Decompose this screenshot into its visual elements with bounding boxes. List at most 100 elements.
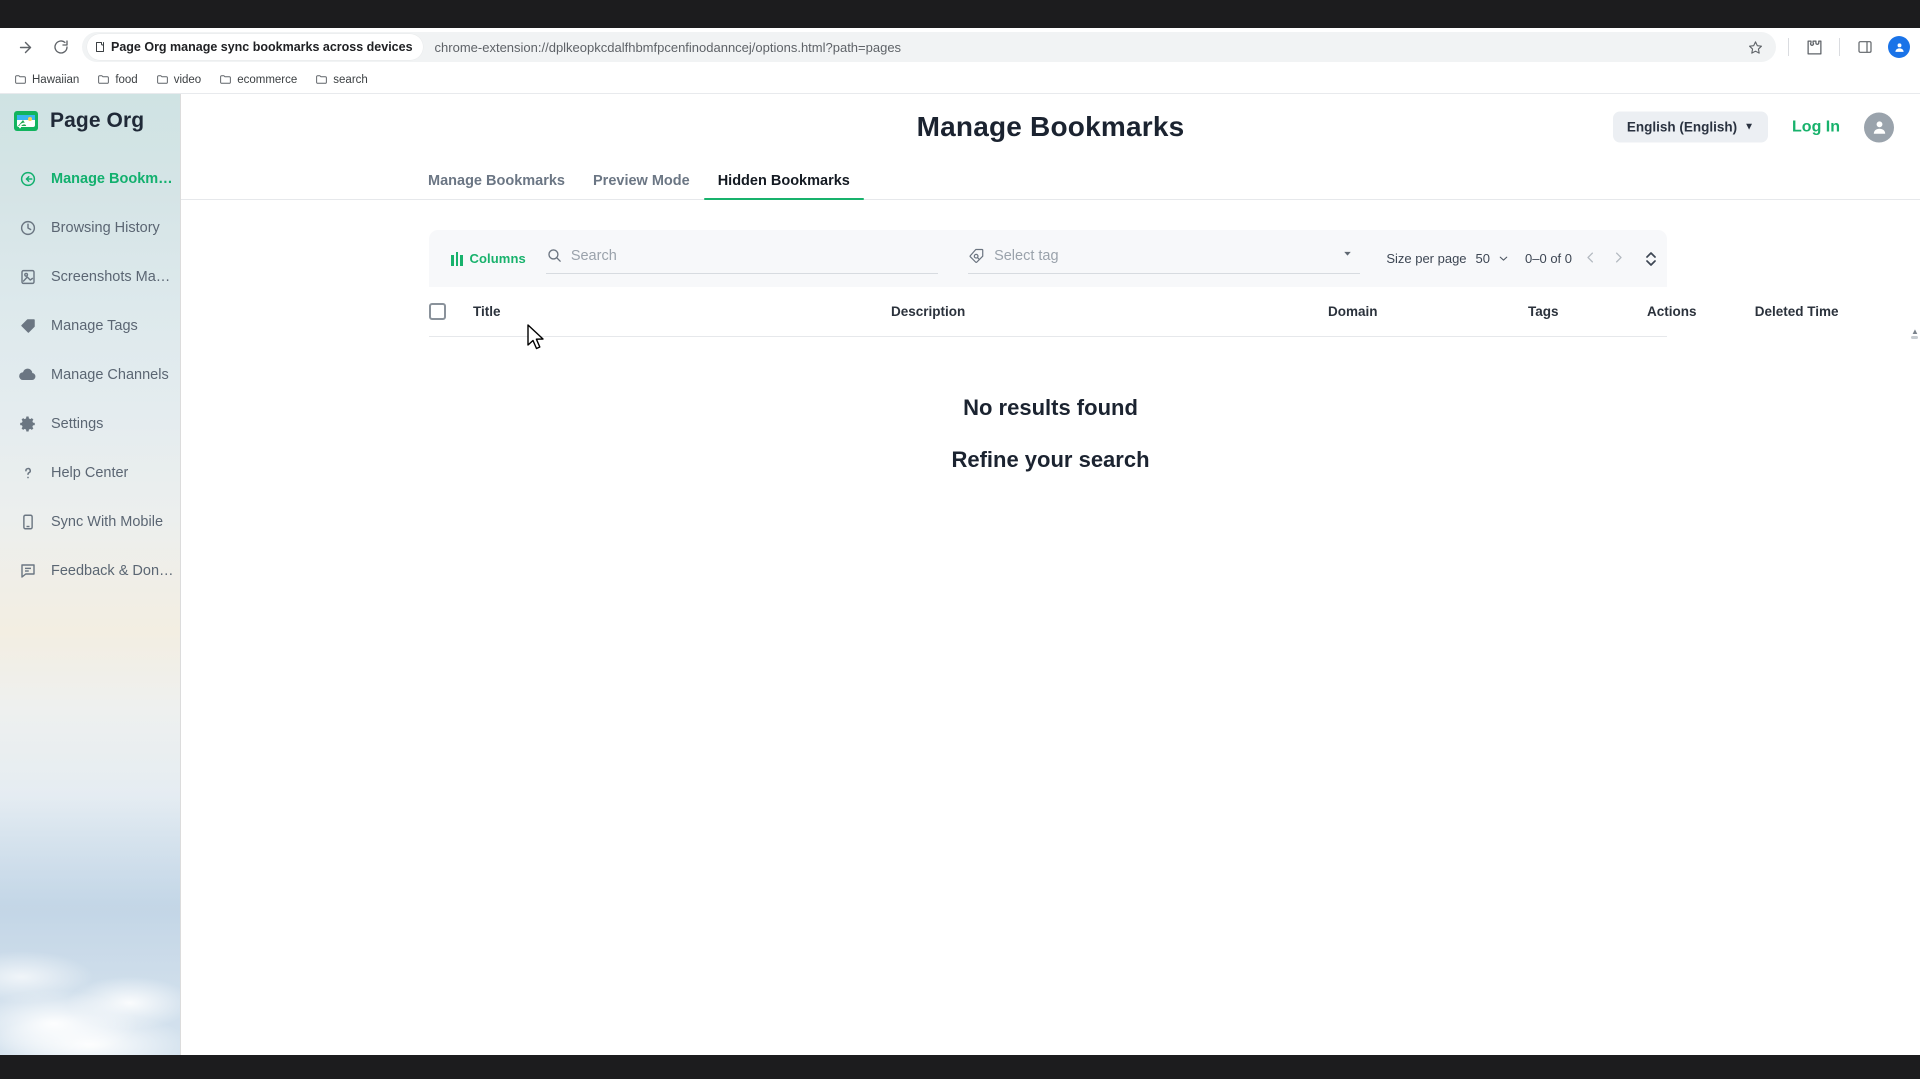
column-header-title[interactable]: Title xyxy=(473,304,891,319)
scrollbar-thumb[interactable] xyxy=(1911,336,1918,339)
language-selector[interactable]: English (English) ▼ xyxy=(1612,111,1769,143)
sidebar-item-browsing-history[interactable]: Browsing History xyxy=(0,203,180,252)
bookmark-arrow-icon xyxy=(18,169,37,188)
pagination-range-label: 0–0 of 0 xyxy=(1525,251,1573,266)
bookmarks-bar: Hawaiian food video ecommerce search xyxy=(0,66,1920,94)
bookmark-label: search xyxy=(333,73,368,86)
tab-manage-bookmarks[interactable]: Manage Bookmarks xyxy=(414,173,579,199)
side-panel-icon[interactable] xyxy=(1852,34,1878,60)
sidebar-item-feedback-and-donate[interactable]: Feedback & Donate xyxy=(0,546,180,595)
sort-updown-icon[interactable] xyxy=(1645,250,1657,268)
omnibox-site-chip[interactable]: Page Org manage sync bookmarks across de… xyxy=(87,34,423,60)
columns-bars-icon xyxy=(451,251,463,266)
cloud-icon xyxy=(18,365,37,384)
sidebar-item-settings[interactable]: Settings xyxy=(0,399,180,448)
chevron-right-icon[interactable] xyxy=(1609,250,1628,268)
sidebar-item-label: Settings xyxy=(51,415,104,432)
tab-label: Preview Mode xyxy=(593,173,690,189)
search-icon xyxy=(546,247,563,264)
bookmark-item-2[interactable]: video xyxy=(148,70,210,89)
reload-icon[interactable] xyxy=(46,32,76,62)
folder-icon xyxy=(14,73,27,86)
table-header-row: Title Description Domain Tags Actions De… xyxy=(429,287,1839,337)
folder-icon xyxy=(219,73,232,86)
search-input[interactable]: Search xyxy=(545,244,939,274)
column-header-deleted-time[interactable]: Deleted Time xyxy=(1719,304,1839,319)
chevron-down-icon[interactable] xyxy=(1341,247,1354,265)
bookmark-item-4[interactable]: search xyxy=(307,70,376,89)
bookmark-item-1[interactable]: food xyxy=(89,70,145,89)
app-root: Page Org Manage Bookmarks Browsing Histo… xyxy=(0,94,1920,1055)
page-org-logo-icon xyxy=(13,108,39,134)
size-per-page-value: 50 xyxy=(1475,251,1491,266)
tab-label: Manage Bookmarks xyxy=(428,173,565,189)
vertical-scrollbar[interactable]: ▲ xyxy=(1911,328,1919,1049)
sidebar-item-label: Help Center xyxy=(51,464,129,481)
bookmark-item-3[interactable]: ecommerce xyxy=(211,70,305,89)
forward-arrow-icon[interactable] xyxy=(10,32,40,62)
column-header-description[interactable]: Description xyxy=(891,304,1328,319)
column-header-tags[interactable]: Tags xyxy=(1528,304,1559,319)
toolbar-divider-2 xyxy=(1839,38,1840,56)
bookmark-label: Hawaiian xyxy=(32,73,80,86)
chevron-left-icon[interactable] xyxy=(1581,250,1600,268)
language-selector-label: English (English) xyxy=(1626,119,1738,135)
content-area: Columns Search Select tag Size per page … xyxy=(181,200,1920,1055)
sidebar-item-manage-channels[interactable]: Manage Channels xyxy=(0,350,180,399)
sidebar-item-label: Feedback & Donate xyxy=(51,562,176,579)
sidebar-item-manage-bookmarks[interactable]: Manage Bookmarks xyxy=(0,154,180,203)
bookmark-star-icon[interactable] xyxy=(1742,34,1768,60)
address-bar[interactable]: Page Org manage sync bookmarks across de… xyxy=(82,32,1776,62)
question-mark-icon xyxy=(18,463,37,482)
sidebar-item-sync-with-mobile[interactable]: Sync With Mobile xyxy=(0,497,180,546)
size-per-page-select[interactable]: 50 xyxy=(1476,251,1510,266)
size-per-page-label: Size per page xyxy=(1386,251,1467,266)
sidebar-item-label: Screenshots Manage... xyxy=(51,268,176,285)
folder-icon xyxy=(97,73,110,86)
user-avatar-icon[interactable] xyxy=(1864,112,1894,142)
browser-tabstrip xyxy=(0,0,1920,28)
column-header-domain[interactable]: Domain xyxy=(1328,304,1528,319)
bookmark-label: food xyxy=(115,73,138,86)
screenshot-icon xyxy=(18,267,37,286)
tag-search-icon xyxy=(968,247,985,264)
sidebar-item-manage-tags[interactable]: Manage Tags xyxy=(0,301,180,350)
omnibox-url-text[interactable]: chrome-extension://dplkeopkcdalfhbmfpcen… xyxy=(423,40,1742,55)
tab-bar: Manage Bookmarks Preview Mode Hidden Boo… xyxy=(181,160,1920,200)
column-header-actions: Actions xyxy=(1647,304,1697,319)
sidebar-background-art xyxy=(0,795,180,1055)
checkbox-icon xyxy=(429,303,446,320)
sidebar-item-help-center[interactable]: Help Center xyxy=(0,448,180,497)
tab-hidden-bookmarks[interactable]: Hidden Bookmarks xyxy=(703,173,865,200)
select-all-checkbox[interactable] xyxy=(429,303,473,320)
search-input-placeholder: Search xyxy=(570,247,617,264)
bookmark-item-0[interactable]: Hawaiian xyxy=(6,70,87,89)
tag-select[interactable]: Select tag xyxy=(968,244,1361,274)
tab-preview-mode[interactable]: Preview Mode xyxy=(579,173,704,199)
tag-icon xyxy=(18,316,37,335)
sidebar-nav: Manage Bookmarks Browsing History Screen… xyxy=(0,148,180,595)
header-actions: English (English) ▼ Log In xyxy=(1612,111,1894,143)
scroll-up-arrow-icon[interactable]: ▲ xyxy=(1911,328,1919,336)
sidebar-item-screenshots-manage[interactable]: Screenshots Manage... xyxy=(0,252,180,301)
feedback-icon xyxy=(18,561,37,580)
extension-puzzle-icon xyxy=(94,41,106,53)
pagination-controls: Size per page 50 0–0 of 0 xyxy=(1386,250,1657,268)
page-header: Manage Bookmarks English (English) ▼ Log… xyxy=(181,94,1920,160)
login-button[interactable]: Log In xyxy=(1792,118,1840,136)
browser-omnibox-row: Page Org manage sync bookmarks across de… xyxy=(0,28,1920,66)
omnibox-actions xyxy=(1742,34,1768,60)
folder-icon xyxy=(156,73,169,86)
brand[interactable]: Page Org xyxy=(0,94,180,148)
chrome-profile-avatar[interactable] xyxy=(1888,36,1910,58)
folder-icon xyxy=(315,73,328,86)
extensions-puzzle-icon[interactable] xyxy=(1801,34,1827,60)
sidebar-item-label: Browsing History xyxy=(51,219,160,236)
tag-select-placeholder: Select tag xyxy=(994,247,1059,264)
gear-icon xyxy=(18,414,37,433)
columns-button[interactable]: Columns xyxy=(445,247,532,270)
table-toolbar: Columns Search Select tag Size per page … xyxy=(429,230,1667,287)
history-clock-icon xyxy=(18,218,37,237)
sidebar-item-label: Sync With Mobile xyxy=(51,513,164,530)
sidebar-item-label: Manage Channels xyxy=(51,366,169,383)
